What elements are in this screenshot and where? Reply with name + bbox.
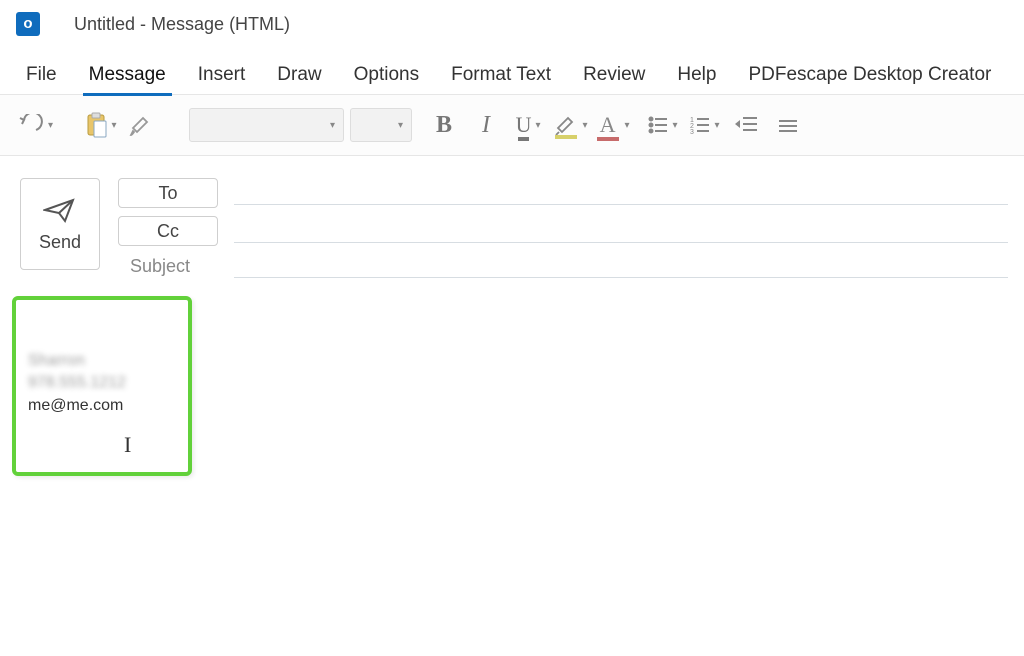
app-icon: o: [16, 12, 40, 36]
numbered-list-button[interactable]: 1 2 3 ▾: [686, 105, 722, 145]
message-body[interactable]: Sharron 978.555.1212 me@me.com I: [0, 278, 1024, 476]
svg-text:3: 3: [690, 129, 694, 136]
format-painter-button[interactable]: [124, 105, 160, 145]
subject-field[interactable]: [234, 254, 1008, 278]
text-cursor-icon: I: [124, 432, 131, 458]
subject-label: Subject: [118, 256, 218, 277]
chevron-down-icon: ▾: [112, 120, 117, 131]
ribbon-tabs: File Message Insert Draw Options Format …: [0, 48, 1024, 94]
paste-button[interactable]: ▾: [82, 105, 118, 145]
ribbon-tab-draw[interactable]: Draw: [271, 58, 327, 94]
chevron-down-icon: ▾: [535, 120, 540, 131]
signature-name-blurred: Sharron: [28, 350, 176, 372]
to-button[interactable]: To: [118, 178, 218, 208]
window-title: Untitled - Message (HTML): [74, 14, 290, 35]
bullet-list-button[interactable]: ▾: [644, 105, 680, 145]
signature-phone-blurred: 978.555.1212: [28, 372, 176, 394]
title-bar: o Untitled - Message (HTML): [0, 0, 1024, 48]
ribbon-tab-format-text[interactable]: Format Text: [445, 58, 557, 94]
font-family-combo[interactable]: ▾: [189, 108, 344, 142]
ribbon-tab-pdfescape[interactable]: PDFescape Desktop Creator: [742, 58, 997, 94]
compose-header: Send To Cc Subject: [0, 156, 1024, 278]
signature-email: me@me.com: [28, 397, 176, 415]
signature-highlight-box: Sharron 978.555.1212 me@me.com I: [12, 296, 192, 476]
decrease-indent-button[interactable]: [728, 105, 764, 145]
highlight-color-button[interactable]: ▾: [552, 105, 588, 145]
cc-field[interactable]: [234, 219, 1008, 243]
chevron-down-icon: ▾: [48, 120, 53, 131]
font-color-button[interactable]: A ▾: [594, 105, 630, 145]
ribbon-tab-review[interactable]: Review: [577, 58, 651, 94]
ribbon-tab-file[interactable]: File: [20, 58, 63, 94]
italic-button[interactable]: I: [468, 105, 504, 145]
chevron-down-icon: ▾: [715, 120, 720, 131]
ribbon-toolbar: ▾ ▾ ▾ ▾ B I: [0, 94, 1024, 156]
increase-indent-button[interactable]: [770, 105, 806, 145]
to-field[interactable]: [234, 181, 1008, 205]
ribbon-tab-insert[interactable]: Insert: [192, 58, 252, 94]
chevron-down-icon: ▾: [625, 120, 630, 131]
ribbon-tab-message[interactable]: Message: [83, 58, 172, 94]
ribbon-tab-options[interactable]: Options: [348, 58, 425, 94]
bold-button[interactable]: B: [426, 105, 462, 145]
ribbon-tab-help[interactable]: Help: [671, 58, 722, 94]
cc-button[interactable]: Cc: [118, 216, 218, 246]
undo-button[interactable]: ▾: [16, 105, 53, 145]
font-size-combo[interactable]: ▾: [350, 108, 412, 142]
send-button[interactable]: Send: [20, 178, 100, 270]
chevron-down-icon: ▾: [330, 120, 335, 131]
chevron-down-icon: ▾: [583, 120, 588, 131]
chevron-down-icon: ▾: [673, 120, 678, 131]
chevron-down-icon: ▾: [398, 120, 403, 131]
underline-button[interactable]: U ▾: [510, 105, 546, 145]
